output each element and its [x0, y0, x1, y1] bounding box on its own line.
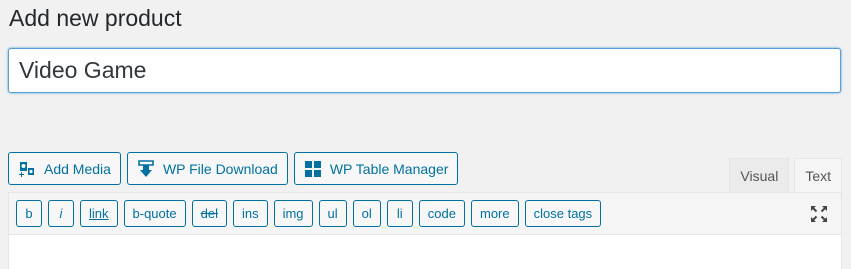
qt-ol-button[interactable]: ol — [352, 200, 381, 227]
wp-file-download-button[interactable]: WP File Download — [126, 152, 288, 185]
wp-file-download-label: WP File Download — [162, 160, 278, 177]
edit-product-page: Add new product Add Media — [0, 0, 851, 269]
qt-link-button[interactable]: link — [80, 200, 118, 227]
tab-visual[interactable]: Visual — [729, 158, 790, 192]
fullscreen-icon[interactable] — [809, 204, 829, 224]
qt-ins-button[interactable]: ins — [232, 200, 268, 227]
table-grid-icon — [303, 159, 323, 179]
add-media-icon — [17, 159, 37, 179]
qt-italic-button[interactable]: i — [48, 200, 74, 227]
wp-table-manager-button[interactable]: WP Table Manager — [293, 152, 459, 185]
qt-img-button[interactable]: img — [273, 200, 313, 227]
tab-text[interactable]: Text — [794, 158, 842, 192]
qt-del-button[interactable]: del — [191, 200, 227, 227]
qt-code-button[interactable]: code — [418, 200, 465, 227]
wp-table-manager-label: WP Table Manager — [329, 160, 449, 177]
text-editor: b i link b-quote del ins img ul ol li co… — [8, 192, 842, 269]
qt-li-button[interactable]: li — [386, 200, 413, 227]
qt-more-button[interactable]: more — [471, 200, 519, 227]
download-icon — [136, 159, 156, 179]
editor-content-area[interactable] — [9, 235, 841, 269]
add-media-button[interactable]: Add Media — [8, 152, 121, 185]
qt-close-tags-button[interactable]: close tags — [524, 200, 602, 227]
qt-blockquote-button[interactable]: b-quote — [123, 200, 186, 227]
media-buttons: Add Media WP File Download WP Table Mana… — [8, 152, 459, 185]
product-title-input[interactable] — [8, 48, 841, 93]
editor-tabs: Visual Text — [729, 158, 842, 192]
add-media-label: Add Media — [44, 160, 111, 177]
qt-bold-button[interactable]: b — [16, 200, 42, 227]
page-title: Add new product — [9, 5, 182, 31]
quicktags-toolbar: b i link b-quote del ins img ul ol li co… — [9, 193, 841, 235]
qt-ul-button[interactable]: ul — [318, 200, 347, 227]
